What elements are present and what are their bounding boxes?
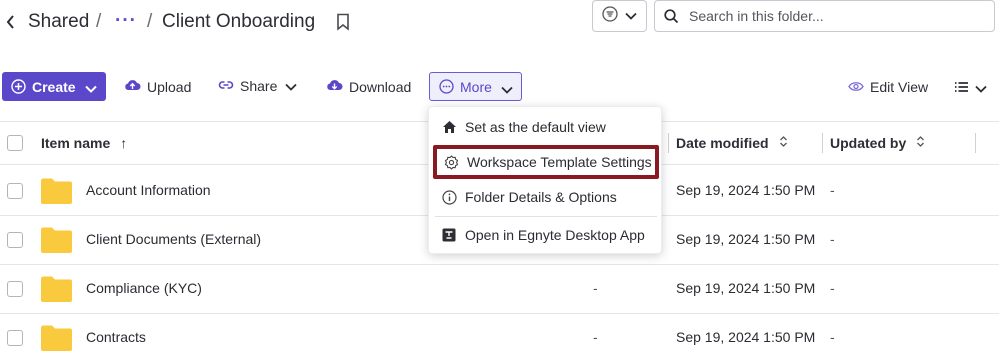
chevron-down-icon: [501, 81, 513, 97]
filter-icon: [602, 5, 618, 27]
item-name[interactable]: Contracts: [86, 329, 146, 345]
menu-item-workspace-template-settings[interactable]: Workspace Template Settings: [433, 145, 659, 179]
upload-label: Upload: [147, 78, 192, 95]
search-box[interactable]: [654, 0, 995, 32]
table-row[interactable]: Contracts - Sep 19, 2024 1:50 PM -: [0, 314, 999, 357]
gear-icon: [443, 154, 459, 170]
folder-icon: [41, 325, 72, 351]
back-icon[interactable]: [4, 12, 16, 32]
updated-by: -: [830, 280, 835, 296]
create-button[interactable]: Create: [2, 72, 106, 101]
item-name[interactable]: Client Documents (External): [86, 231, 261, 247]
row-extra-value: -: [593, 280, 598, 296]
search-icon: [663, 8, 679, 24]
edit-view-label: Edit View: [870, 79, 929, 95]
bookmark-icon[interactable]: [336, 13, 350, 31]
filter-button[interactable]: [592, 0, 647, 32]
column-header-item-name[interactable]: Item name ↑: [41, 135, 127, 151]
column-header-date-modified[interactable]: Date modified: [676, 135, 788, 151]
home-icon: [441, 119, 457, 135]
more-dropdown-menu: Set as the default view Workspace Templa…: [428, 106, 662, 254]
cloud-download-icon: [326, 78, 343, 95]
row-checkbox[interactable]: [7, 330, 23, 346]
menu-item-label: Open in Egnyte Desktop App: [465, 227, 645, 243]
list-icon: [954, 80, 969, 98]
folder-icon: [41, 276, 72, 302]
more-label: More: [460, 78, 492, 95]
chevron-down-icon: [285, 78, 297, 94]
upload-button[interactable]: Upload: [124, 78, 191, 95]
folder-icon: [41, 178, 72, 204]
sort-toggle-icon: [916, 135, 925, 151]
more-dots-icon: [439, 79, 454, 94]
chevron-down-icon: [975, 80, 987, 98]
edit-view-button[interactable]: Edit View: [848, 79, 928, 95]
item-name-header-label: Item name: [41, 135, 111, 151]
menu-item-label: Folder Details & Options: [465, 189, 617, 205]
view-mode-button[interactable]: [954, 80, 987, 98]
breadcrumb-separator: /: [96, 11, 102, 32]
chevron-down-icon: [85, 80, 97, 98]
menu-item-folder-details[interactable]: Folder Details & Options: [429, 182, 663, 212]
row-checkbox[interactable]: [7, 281, 23, 297]
column-header-updated-by[interactable]: Updated by: [830, 135, 925, 151]
row-checkbox[interactable]: [7, 232, 23, 248]
chevron-down-icon: [625, 7, 637, 25]
table-row[interactable]: Compliance (KYC) - Sep 19, 2024 1:50 PM …: [0, 265, 999, 314]
updated-by-header-label: Updated by: [830, 135, 907, 151]
cloud-upload-icon: [124, 78, 141, 95]
item-name[interactable]: Compliance (KYC): [86, 280, 202, 296]
more-button[interactable]: More: [429, 72, 522, 101]
date-modified: Sep 19, 2024 1:50 PM: [676, 329, 816, 345]
eye-icon: [848, 79, 864, 95]
info-icon: [441, 189, 457, 205]
link-icon: [218, 78, 234, 94]
page-title: Client Onboarding: [162, 11, 316, 32]
menu-divider: [435, 216, 657, 217]
date-modified: Sep 19, 2024 1:50 PM: [676, 182, 816, 198]
share-button[interactable]: Share: [218, 78, 297, 94]
date-modified: Sep 19, 2024 1:50 PM: [676, 280, 816, 296]
sort-arrow-up-icon: ↑: [120, 135, 128, 151]
date-modified: Sep 19, 2024 1:50 PM: [676, 231, 816, 247]
column-divider[interactable]: [822, 133, 823, 153]
updated-by: -: [830, 182, 835, 198]
updated-by: -: [830, 231, 835, 247]
sort-toggle-icon: [779, 135, 788, 151]
breadcrumb-shared[interactable]: Shared: [28, 11, 89, 33]
date-modified-header-label: Date modified: [676, 135, 769, 151]
item-name[interactable]: Account Information: [86, 182, 211, 198]
column-divider[interactable]: [975, 133, 976, 153]
row-extra-value: -: [593, 329, 598, 345]
row-checkbox[interactable]: [7, 183, 23, 199]
download-label: Download: [349, 78, 412, 95]
breadcrumb-ellipsis[interactable]: ···: [115, 10, 137, 32]
menu-item-label: Workspace Template Settings: [467, 154, 652, 170]
menu-item-label: Set as the default view: [465, 119, 606, 135]
breadcrumb-separator: /: [147, 11, 153, 32]
search-input[interactable]: [689, 8, 989, 24]
updated-by: -: [830, 329, 835, 345]
desktop-app-icon: [441, 227, 457, 243]
download-button[interactable]: Download: [326, 78, 411, 95]
menu-item-open-desktop-app[interactable]: Open in Egnyte Desktop App: [429, 220, 663, 250]
column-divider[interactable]: [668, 133, 669, 153]
plus-circle-icon: [11, 79, 26, 94]
share-label: Share: [240, 78, 278, 94]
select-all-checkbox[interactable]: [7, 135, 23, 151]
folder-icon: [41, 227, 72, 253]
create-label: Create: [32, 78, 76, 95]
menu-item-set-default-view[interactable]: Set as the default view: [429, 112, 663, 142]
